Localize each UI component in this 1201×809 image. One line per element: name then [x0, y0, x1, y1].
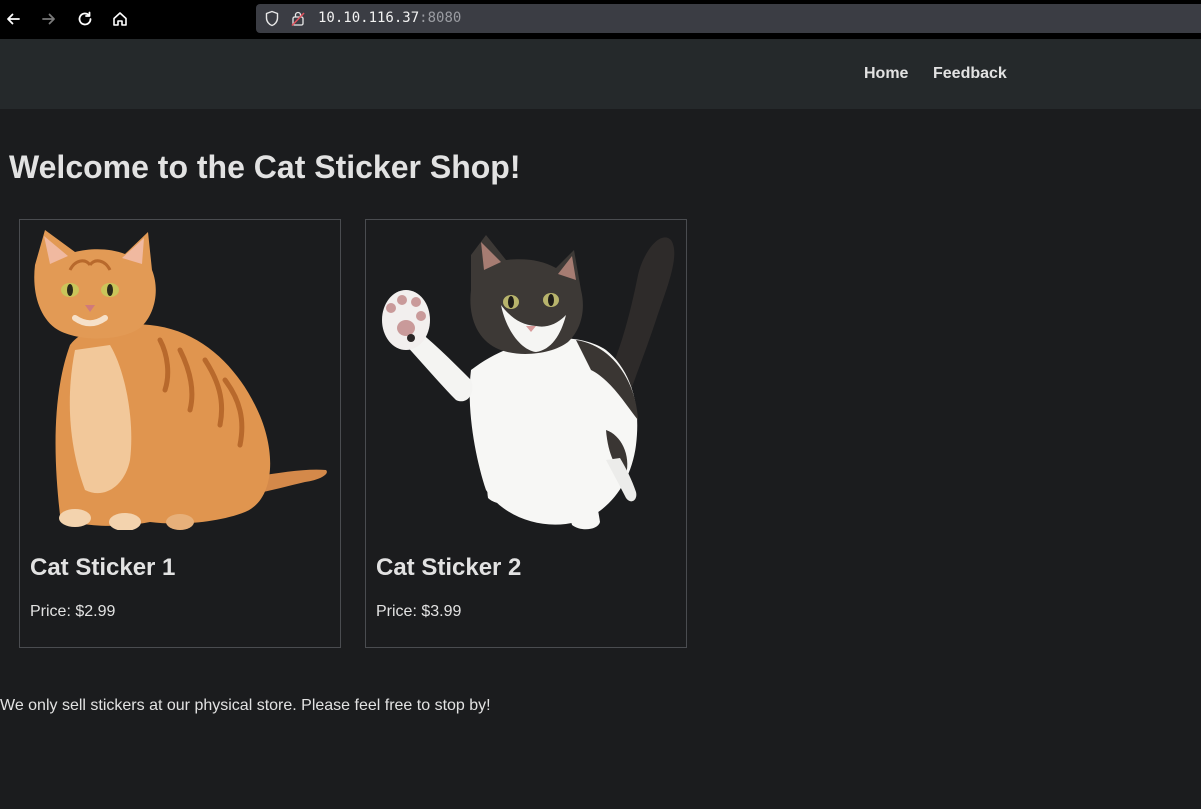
shield-icon[interactable] [264, 10, 280, 27]
nav-home-link[interactable]: Home [864, 65, 908, 83]
page-title: Welcome to the Cat Sticker Shop! [9, 149, 521, 185]
black-white-kitten-image [376, 230, 676, 530]
forward-icon[interactable] [38, 8, 60, 30]
product-card: Cat Sticker 1 Price: $2.99 [19, 219, 341, 648]
reload-icon[interactable] [74, 8, 96, 30]
nav-feedback-link[interactable]: Feedback [933, 65, 1007, 83]
home-icon[interactable] [109, 8, 131, 30]
browser-toolbar: 10.10.116.37:8080 [0, 0, 1201, 39]
insecure-lock-icon[interactable] [291, 10, 305, 27]
product-name: Cat Sticker 2 [376, 554, 522, 581]
store-note: We only sell stickers at our physical st… [0, 697, 491, 714]
back-icon[interactable] [2, 8, 24, 30]
orange-tabby-cat-image [30, 230, 330, 530]
url-host: 10.10.116.37 [318, 10, 420, 26]
product-name: Cat Sticker 1 [30, 554, 176, 581]
url-port: :8080 [419, 10, 462, 26]
product-price: Price: $3.99 [376, 603, 462, 620]
product-price: Price: $2.99 [30, 603, 116, 620]
url-text: 10.10.116.37:8080 [318, 10, 461, 27]
address-bar[interactable]: 10.10.116.37:8080 [256, 4, 1201, 33]
product-card: Cat Sticker 2 Price: $3.99 [365, 219, 687, 648]
site-header: Home Feedback [0, 39, 1201, 109]
